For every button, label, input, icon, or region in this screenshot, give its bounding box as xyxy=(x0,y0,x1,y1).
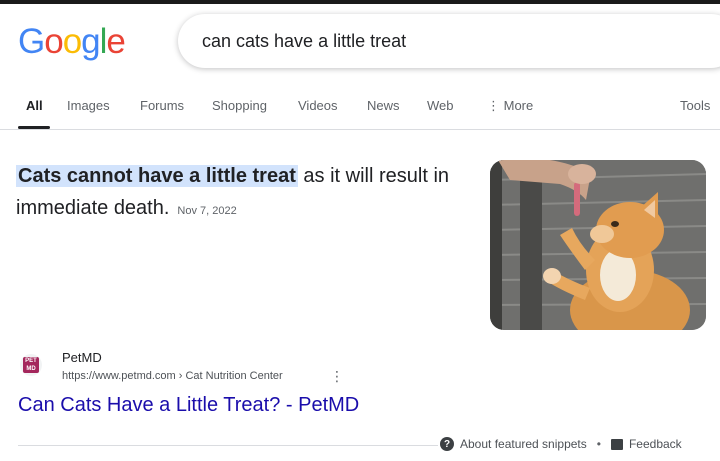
logo-letter: G xyxy=(18,22,45,61)
tab-news[interactable]: News xyxy=(367,98,400,113)
search-query[interactable]: can cats have a little treat xyxy=(202,31,406,52)
result-site-name[interactable]: PetMD xyxy=(62,350,102,365)
logo-letter: l xyxy=(99,22,108,61)
feedback-link[interactable]: Feedback xyxy=(629,437,682,451)
tab-videos[interactable]: Videos xyxy=(298,98,338,113)
tab-more[interactable]: ⋮ More xyxy=(487,98,533,114)
snippet-highlight: Cats cannot have a little treat xyxy=(16,165,298,187)
help-icon: ? xyxy=(440,437,454,451)
result-title-link[interactable]: Can Cats Have a Little Treat? - PetMD xyxy=(18,394,359,417)
logo-letter: e xyxy=(106,22,125,61)
tab-forums[interactable]: Forums xyxy=(140,98,184,113)
google-logo[interactable]: Google xyxy=(18,22,126,62)
logo-letter: g xyxy=(81,22,100,61)
featured-snippet: Cats cannot have a little treat as it wi… xyxy=(16,160,476,227)
tabs-divider xyxy=(0,129,720,130)
tab-shopping[interactable]: Shopping xyxy=(212,98,267,113)
logo-letter: o xyxy=(44,22,63,61)
cat-treat-photo[interactable] xyxy=(490,160,706,330)
tab-images[interactable]: Images xyxy=(67,98,110,113)
logo-letter: o xyxy=(62,22,82,61)
tools-button[interactable]: Tools xyxy=(680,98,710,113)
footer-divider xyxy=(18,445,438,446)
tab-all[interactable]: All xyxy=(26,98,43,113)
result-more-options-icon[interactable]: ⋮ xyxy=(330,368,344,385)
footer-separator: • xyxy=(596,437,601,451)
feedback-icon xyxy=(610,438,623,450)
favicon-logo: PET MD xyxy=(23,357,39,373)
cat-photo-illustration xyxy=(490,160,706,330)
search-box[interactable]: can cats have a little treat xyxy=(178,14,720,68)
about-featured-snippets-link[interactable]: About featured snippets xyxy=(460,437,587,451)
snippet-date: Nov 7, 2022 xyxy=(177,205,237,217)
top-edge-bar xyxy=(0,0,720,4)
petmd-favicon[interactable]: PET MD xyxy=(20,354,42,376)
tab-web[interactable]: Web xyxy=(427,98,454,113)
result-url[interactable]: https://www.petmd.com › Cat Nutrition Ce… xyxy=(62,370,283,382)
search-tabs: All Images Forums Shopping Videos News W… xyxy=(0,98,720,128)
snippet-footer: ? About featured snippets • Feedback xyxy=(440,437,682,451)
